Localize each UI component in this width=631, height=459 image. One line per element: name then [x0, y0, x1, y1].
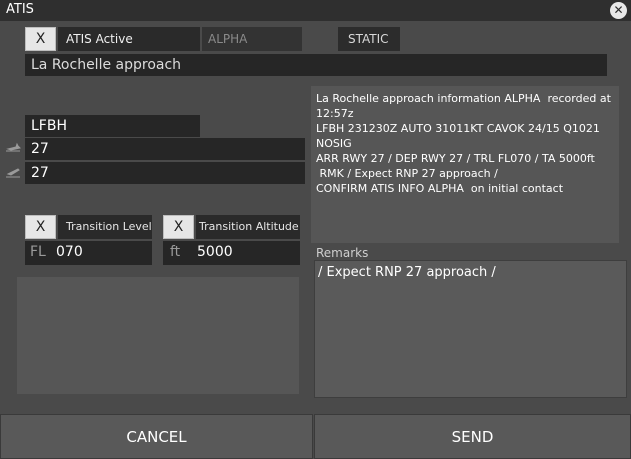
transition-level-label: Transition Level [66, 220, 152, 233]
atis-active-label: ATIS Active [66, 32, 133, 46]
atis-text-box: La Rochelle approach information ALPHA r… [311, 86, 619, 243]
transition-altitude-label: Transition Altitude [199, 220, 299, 233]
departure-plane-icon [5, 163, 22, 180]
mode-label: STATIC [348, 32, 389, 46]
altitude-unit: ft [170, 244, 181, 260]
flight-level-unit: FL [30, 244, 46, 260]
station-name-field[interactable]: La Rochelle approach [25, 54, 607, 76]
transition-level-checkbox[interactable]: X [25, 215, 56, 239]
atis-letter: ALPHA [208, 32, 248, 46]
departure-runway-field[interactable]: 27 [25, 162, 305, 184]
arrival-plane-icon [5, 139, 22, 156]
airport-icao-field[interactable]: LFBH [25, 115, 200, 137]
arrival-runway-field[interactable]: 27 [25, 138, 305, 160]
empty-panel [17, 277, 299, 394]
send-button[interactable]: SEND [314, 414, 631, 459]
transition-altitude-checkbox[interactable]: X [163, 215, 194, 239]
atis-active-checkbox[interactable]: X [25, 27, 56, 51]
remarks-text: / Expect RNP 27 approach / [318, 265, 496, 280]
remarks-field[interactable] [314, 260, 627, 398]
close-icon[interactable]: ✕ [610, 2, 627, 19]
transition-level-value: 070 [56, 244, 83, 260]
cancel-button[interactable]: CANCEL [0, 414, 313, 459]
transition-altitude-value: 5000 [197, 244, 233, 260]
window-title: ATIS [6, 2, 34, 17]
remarks-label: Remarks [316, 246, 369, 260]
title-bar [0, 0, 631, 21]
